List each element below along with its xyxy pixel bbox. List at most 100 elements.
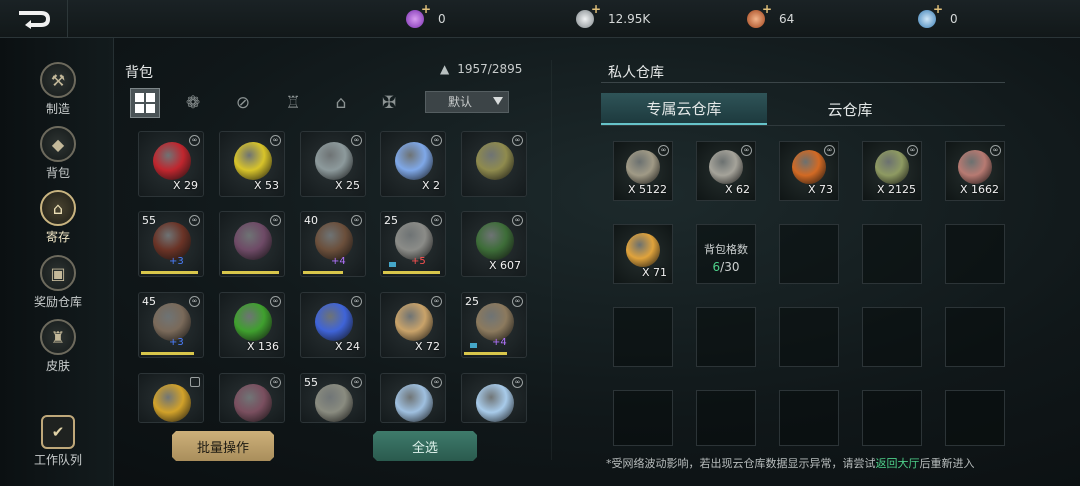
select-all-button[interactable]: 全选	[373, 431, 477, 461]
warehouse-slot-gems-pile[interactable]: ∞ X 2125	[862, 141, 922, 201]
currency-bronze[interactable]: 64	[747, 2, 794, 32]
warehouse-slot-copper-ore[interactable]: ∞ X 1662	[945, 141, 1005, 201]
item-level: 25	[384, 214, 398, 227]
sort-dropdown[interactable]: 默认	[425, 91, 509, 113]
warehouse-empty-slot[interactable]	[696, 390, 756, 446]
item-level: 45	[142, 295, 156, 308]
item-count: X 2125	[876, 183, 916, 196]
bag-slot-ice-axe[interactable]: ∞	[380, 373, 446, 423]
capacity-total: /30	[720, 260, 740, 274]
silver-coin-icon	[576, 2, 601, 28]
filter-building-icon[interactable]: ⌂	[326, 88, 356, 118]
back-button[interactable]	[0, 0, 68, 38]
warehouse-empty-slot[interactable]	[862, 390, 922, 446]
warehouse-slot-horseshoe[interactable]: ∞ X 62	[696, 141, 756, 201]
warehouse-empty-slot[interactable]	[945, 224, 1005, 284]
bag-slot-green-compass[interactable]: ∞	[461, 131, 527, 197]
bag-slot-metal-key[interactable]: ∞ X 25	[300, 131, 366, 197]
durability-bar	[464, 352, 508, 355]
bag-slot-blue-spirit[interactable]: ∞ X 2	[380, 131, 446, 197]
sidebar-item-bag[interactable]: ◆ 背包	[38, 126, 78, 181]
bag-capacity-value: 1957/2895	[457, 62, 523, 76]
work-queue-button[interactable]: ✔ 工作队列	[30, 415, 86, 468]
warehouse-empty-slot[interactable]	[945, 307, 1005, 367]
bag-slot-brown-pouch[interactable]: ∞	[219, 373, 285, 423]
item-level: 25	[465, 295, 479, 308]
warehouse-empty-slot[interactable]	[862, 224, 922, 284]
currency-silver[interactable]: 12.95K	[576, 2, 651, 32]
warehouse-slot-gold-nuggets[interactable]: X 71	[613, 224, 673, 284]
link-icon: ∞	[351, 296, 362, 307]
bag-slot-leather-pouch[interactable]: ∞	[219, 211, 285, 277]
warehouse-empty-slot[interactable]	[613, 390, 673, 446]
bag-slot-green-ore[interactable]: ∞ X 136	[219, 292, 285, 358]
sort-value: 默认	[448, 95, 473, 109]
warehouse-empty-slot[interactable]	[862, 307, 922, 367]
warehouse-empty-slot[interactable]	[945, 390, 1005, 446]
currency-value: 12.95K	[608, 12, 651, 26]
spear-icon	[476, 303, 514, 341]
sidebar-item-storage[interactable]: ⌂ 寄存	[38, 190, 78, 245]
bag-slot-red-potion[interactable]: ∞ X 29	[138, 131, 204, 197]
link-icon: ∞	[270, 135, 281, 146]
gold-nuggets-icon	[626, 233, 660, 267]
green-tome-icon	[476, 222, 514, 260]
durability-bar	[141, 352, 194, 355]
bag-slot-twin-swords[interactable]: ∞ 55	[300, 373, 366, 423]
longbow-icon	[315, 222, 353, 260]
bag-title: 背包	[125, 65, 153, 81]
bag-slot-scroll[interactable]: ∞ X 72	[380, 292, 446, 358]
durability-bar	[303, 271, 344, 274]
filter-ammo-icon[interactable]: ⊘	[228, 88, 258, 118]
warehouse-empty-slot[interactable]	[779, 390, 839, 446]
bag-slot-longbow[interactable]: ∞ 40 +4	[300, 211, 366, 277]
warehouse-empty-slot[interactable]	[613, 307, 673, 367]
currency-blue[interactable]: 0	[918, 2, 958, 32]
sidebar-item-label: 皮肤	[45, 359, 70, 373]
top-bar: 0 12.95K 64 0	[0, 0, 1080, 38]
sidebar-item-skins[interactable]: ♜ 皮肤	[38, 319, 78, 374]
link-icon: ∞	[512, 296, 523, 307]
tab-exclusive-cloud[interactable]: 专属云仓库	[601, 93, 767, 125]
back-arrow-icon	[18, 11, 50, 29]
bag-slot-polearm[interactable]: ∞ 45 +3	[138, 292, 204, 358]
warehouse-empty-slot[interactable]	[779, 224, 839, 284]
chest-icon: ▣	[40, 255, 76, 291]
link-icon: ∞	[512, 377, 523, 388]
item-count: X 71	[641, 266, 667, 279]
fire-ore-icon	[792, 150, 826, 184]
link-icon: ∞	[189, 135, 200, 146]
bag-slot-yellow-potion[interactable]: ∞ X 53	[219, 131, 285, 197]
batch-operation-button[interactable]: 批量操作	[172, 431, 274, 461]
bag-slot-battle-axe[interactable]: ∞ 25 +5	[380, 211, 446, 277]
scroll-icon	[395, 303, 433, 341]
sidebar-item-label: 背包	[45, 166, 70, 180]
polearm-icon	[153, 303, 191, 341]
bag-slot-green-tome[interactable]: ∞ X 607	[461, 211, 527, 277]
bag-slot-spear[interactable]: ∞ 25 +4	[461, 292, 527, 358]
gem-socket-icon	[389, 262, 396, 267]
bag-slot-gold-medallion[interactable]	[138, 373, 204, 423]
warehouse-slot-fire-ore[interactable]: ∞ X 73	[779, 141, 839, 201]
weight-icon: ▲	[440, 62, 450, 76]
ice-axe-icon	[395, 384, 433, 422]
warehouse-empty-slot[interactable]	[779, 307, 839, 367]
filter-materials-icon[interactable]: ❁	[178, 88, 208, 118]
filter-all-grid-icon[interactable]	[130, 88, 160, 118]
item-count: X 72	[414, 340, 440, 353]
sidebar-item-craft[interactable]: ⚒ 制造	[38, 62, 78, 117]
link-icon: ∞	[658, 145, 669, 156]
currency-purple[interactable]: 0	[406, 2, 446, 32]
bag-slot-blue-crystal[interactable]: ∞ X 24	[300, 292, 366, 358]
bag-slot-fire-staff[interactable]: ∞ 55 +3	[138, 211, 204, 277]
filter-consumable-icon[interactable]: ♖	[278, 88, 308, 118]
return-lobby-link[interactable]: 返回大厅	[876, 457, 920, 470]
sidebar-item-reward-warehouse[interactable]: ▣ 奖励仓库	[34, 255, 82, 310]
hammer-icon: ⚒	[40, 62, 76, 98]
tab-cloud[interactable]: 云仓库	[767, 93, 933, 125]
warehouse-slot-iron-ring[interactable]: ∞ X 5122	[613, 141, 673, 201]
warehouse-empty-slot[interactable]	[696, 307, 756, 367]
filter-equipment-icon[interactable]: ✠	[374, 88, 404, 118]
sidebar-item-label: 制造	[45, 102, 70, 116]
bag-slot-ice-spear[interactable]: ∞	[461, 373, 527, 423]
